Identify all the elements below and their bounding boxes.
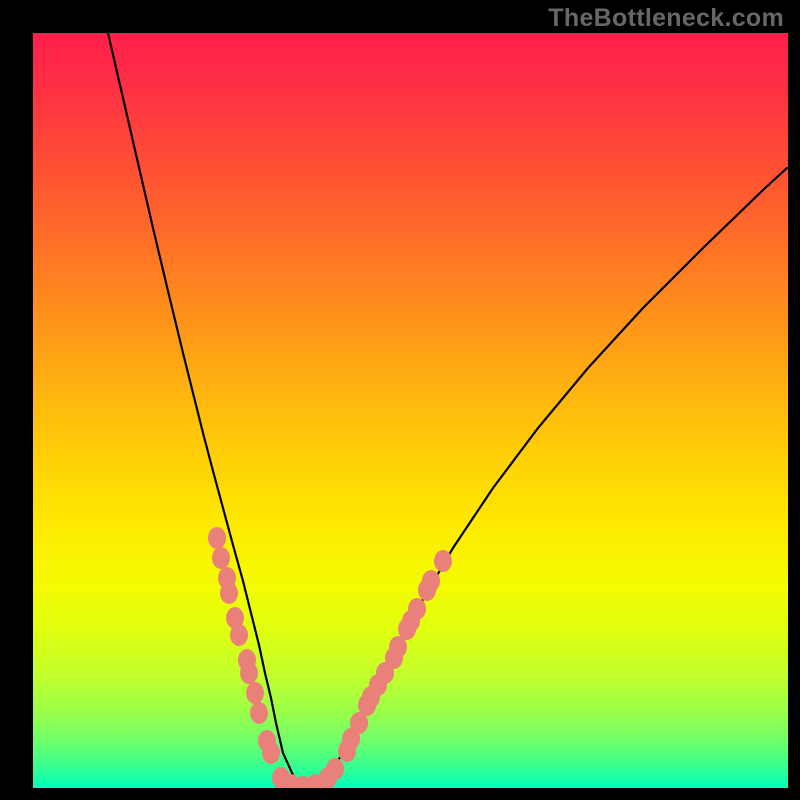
data-dot [220, 582, 238, 604]
watermark-text: TheBottleneck.com [548, 4, 784, 33]
data-dot [326, 758, 344, 780]
data-dot [434, 550, 452, 572]
plot-area [33, 33, 788, 788]
chart-svg [33, 33, 788, 788]
data-dot [408, 598, 426, 620]
bottleneck-curve [108, 33, 787, 785]
frame: TheBottleneck.com [0, 0, 800, 800]
data-dot [230, 624, 248, 646]
data-dot [262, 742, 280, 764]
data-dot [250, 702, 268, 724]
data-dot [246, 682, 264, 704]
data-dot [212, 547, 230, 569]
data-dot [208, 527, 226, 549]
data-dot [422, 570, 440, 592]
data-dot [240, 662, 258, 684]
dots-group [208, 527, 452, 788]
